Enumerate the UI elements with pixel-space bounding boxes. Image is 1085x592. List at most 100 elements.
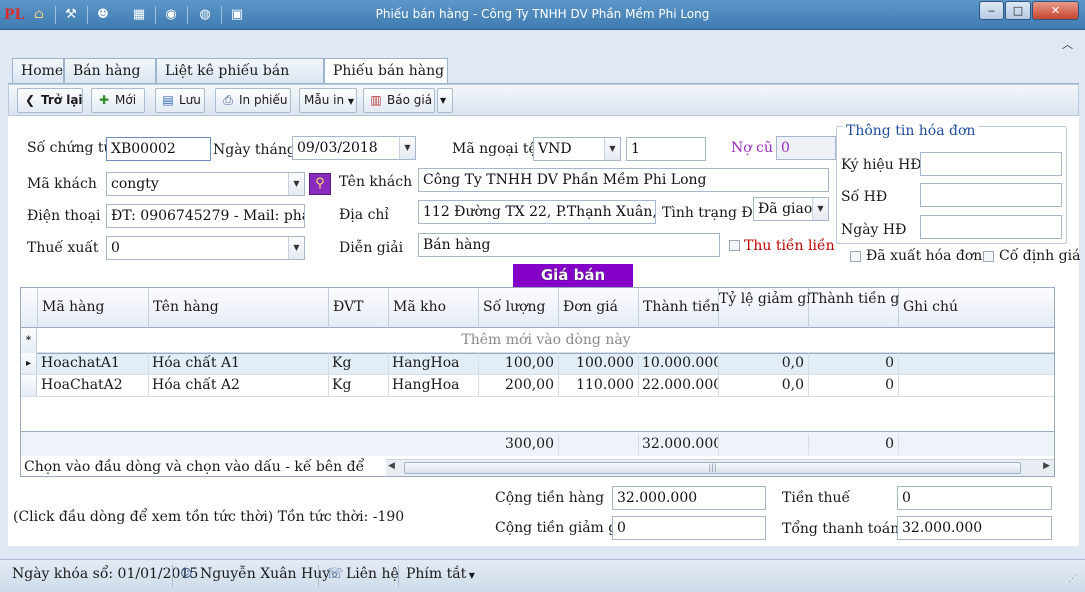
- horizontal-scrollbar[interactable]: ◀ ||| ▶: [386, 459, 1054, 476]
- chevron-down-icon[interactable]: ▼: [812, 198, 828, 220]
- tinh-trang-select[interactable]: Đã giao ▼: [753, 197, 829, 221]
- scroll-left-icon[interactable]: ◀: [388, 461, 395, 471]
- cell-ten-hang[interactable]: Hóa chất A1: [149, 353, 329, 374]
- scroll-right-icon[interactable]: ▶: [1043, 461, 1050, 471]
- col-header-ten-hang[interactable]: Tên hàng: [149, 288, 329, 328]
- collapse-ribbon-icon[interactable]: ︿: [1062, 36, 1073, 52]
- resize-grip-icon[interactable]: ⋰: [1068, 574, 1077, 584]
- new-button[interactable]: ✚ Mới: [91, 88, 145, 113]
- col-header-so-luong[interactable]: Số lượng: [479, 288, 559, 328]
- tab-liet-ke-phieu-ban-hang[interactable]: Liệt kê phiếu bán hàng: [156, 58, 324, 103]
- thue-xuat-select[interactable]: 0 ▼: [106, 236, 305, 260]
- cell-dvt[interactable]: Kg: [329, 375, 389, 396]
- col-header-ma-kho[interactable]: Mã kho: [389, 288, 479, 328]
- ngay-hd-label: Ngày HĐ: [841, 222, 907, 238]
- cong-tien-hang-value[interactable]: 32.000.000: [612, 486, 766, 510]
- dien-giai-input[interactable]: Bán hàng: [418, 233, 720, 257]
- cell-so-luong[interactable]: 200,00: [479, 375, 559, 396]
- thu-tien-lien-label: Thu tiền liền: [744, 238, 835, 254]
- cell-ghi-chu[interactable]: [899, 375, 1054, 396]
- chevron-down-icon[interactable]: ▼: [399, 137, 415, 159]
- tab-home[interactable]: Home: [12, 58, 64, 83]
- template-dropdown[interactable]: Mẫu in ▼: [299, 88, 357, 113]
- cong-tien-giam-gia-label: Cộng tiền giảm giá: [495, 520, 631, 536]
- cell-dvt[interactable]: Kg: [329, 353, 389, 374]
- contact-link[interactable]: Liên hệ: [346, 566, 399, 582]
- close-button[interactable]: ✕: [1032, 1, 1079, 20]
- co-dinh-gia-label: Cố định giá: [999, 248, 1081, 264]
- ma-khach-select[interactable]: congty ▼: [106, 172, 305, 196]
- ty-gia-input[interactable]: 1: [626, 137, 706, 161]
- tab-phieu-ban-hang[interactable]: Phiếu bán hàng: [324, 58, 448, 84]
- cell-ty-le[interactable]: 0,0: [719, 375, 809, 396]
- chevron-down-icon[interactable]: ▼: [288, 237, 304, 259]
- ngay-hd-input[interactable]: [920, 215, 1062, 239]
- cell-don-gia[interactable]: 100.000: [559, 353, 639, 374]
- new-row-placeholder[interactable]: Thêm mới vào dòng này: [38, 328, 1054, 353]
- product-grid[interactable]: Mã hàng Tên hàng ĐVT Mã kho Số lượng Đơn…: [20, 287, 1055, 477]
- da-xuat-hoa-don-checkbox[interactable]: [850, 251, 861, 262]
- chevron-down-icon[interactable]: ▼: [604, 138, 620, 160]
- tong-thanh-toan-value[interactable]: 32.000.000: [897, 516, 1052, 540]
- chevron-down-icon[interactable]: ▼: [288, 173, 304, 195]
- ngay-thang-picker[interactable]: 09/03/2018 ▼: [292, 136, 416, 160]
- thu-tien-lien-checkbox[interactable]: [729, 240, 740, 251]
- col-header-ma-hang[interactable]: Mã hàng: [38, 288, 149, 328]
- current-row-arrow-icon[interactable]: ▸: [21, 353, 37, 374]
- cell-ghi-chu[interactable]: [899, 353, 1054, 374]
- template-label: Mẫu in: [304, 93, 345, 107]
- row-indicator[interactable]: [21, 375, 37, 396]
- cell-ten-hang[interactable]: Hóa chất A2: [149, 375, 329, 396]
- back-label: Trở lại: [41, 93, 83, 107]
- cell-thanh-tien[interactable]: 10.000.000: [639, 353, 719, 374]
- separator: [172, 565, 173, 587]
- minimize-button[interactable]: ‒: [979, 1, 1004, 20]
- col-header-thanh-tien-giam-gia[interactable]: Thành tiền giảm giá: [809, 288, 952, 328]
- ma-ngoai-te-select[interactable]: VND ▼: [533, 137, 621, 161]
- quote-button[interactable]: ▥ Báo giá: [363, 88, 435, 113]
- ribbon-area: [6, 30, 1079, 58]
- ky-hieu-input[interactable]: [920, 152, 1062, 176]
- tien-thue-value[interactable]: 0: [897, 486, 1052, 510]
- col-header-ghi-chu[interactable]: Ghi chú: [899, 288, 1054, 328]
- ten-khach-input[interactable]: Công Ty TNHH DV Phần Mềm Phi Long: [418, 168, 829, 192]
- cell-don-gia[interactable]: 110.000: [559, 375, 639, 396]
- so-chung-tu-input[interactable]: XB00002: [106, 137, 211, 161]
- print-button[interactable]: ⎙ In phiếu: [215, 88, 291, 113]
- cong-tien-giam-gia-value[interactable]: 0: [612, 516, 766, 540]
- cell-so-luong[interactable]: 100,00: [479, 353, 559, 374]
- cell-ma-hang[interactable]: HoaChatA2: [38, 375, 149, 396]
- col-header-thanh-tien[interactable]: Thành tiền: [639, 288, 720, 328]
- col-header-dvt[interactable]: ĐVT: [329, 288, 389, 328]
- back-button[interactable]: ❮ Trở lại: [17, 88, 83, 113]
- shortcuts-menu[interactable]: Phím tắt ▼: [406, 566, 475, 582]
- tinh-trang-value: Đã giao: [758, 201, 813, 217]
- quote-dropdown-arrow[interactable]: ▼: [437, 88, 453, 113]
- cell-ty-le[interactable]: 0,0: [719, 353, 809, 374]
- so-hd-label: Số HĐ: [841, 189, 888, 205]
- col-header-don-gia[interactable]: Đơn giá: [559, 288, 639, 328]
- ma-ngoai-te-value: VND: [538, 141, 572, 157]
- co-dinh-gia-checkbox[interactable]: [983, 251, 994, 262]
- cell-thanh-tien[interactable]: 22.000.000: [639, 375, 719, 396]
- dien-thoai-input[interactable]: ĐT: 0906745279 - Mail: phan: [106, 204, 305, 228]
- cell-ma-kho[interactable]: HangHoa: [389, 353, 479, 374]
- dia-chi-input[interactable]: 112 Đường TX 22, P.Thạnh Xuân, Q.: [418, 200, 656, 224]
- search-customer-icon[interactable]: ⚲: [309, 173, 331, 195]
- col-header-ty-le-giam-gia[interactable]: Tỷ lệ giảm giá: [719, 288, 819, 328]
- so-chung-tu-label: Số chứng từ: [27, 140, 113, 156]
- maximize-button[interactable]: □: [1005, 1, 1031, 20]
- cell-tt-giam[interactable]: 0: [809, 353, 899, 374]
- save-button[interactable]: ▤ Lưu: [155, 88, 205, 113]
- cell-ma-kho[interactable]: HangHoa: [389, 375, 479, 396]
- cell-ma-hang[interactable]: HoachatA1: [38, 353, 149, 374]
- tab-ban-hang[interactable]: Bán hàng: [64, 58, 156, 83]
- scroll-thumb[interactable]: |||: [404, 462, 1021, 474]
- ky-hieu-label: Ký hiệu HĐ: [841, 157, 922, 173]
- status-bar: Ngày khóa sổ: 01/01/2015 ☺ Nguyễn Xuân H…: [0, 559, 1085, 592]
- tong-thanh-toan-label: Tổng thanh toán: [782, 521, 900, 537]
- delete-row-hint: Chọn vào đầu dòng và chọn vào dấu - kế b…: [21, 457, 369, 476]
- so-hd-input[interactable]: [920, 183, 1062, 207]
- current-user[interactable]: Nguyễn Xuân Huy: [200, 566, 330, 582]
- cell-tt-giam[interactable]: 0: [809, 375, 899, 396]
